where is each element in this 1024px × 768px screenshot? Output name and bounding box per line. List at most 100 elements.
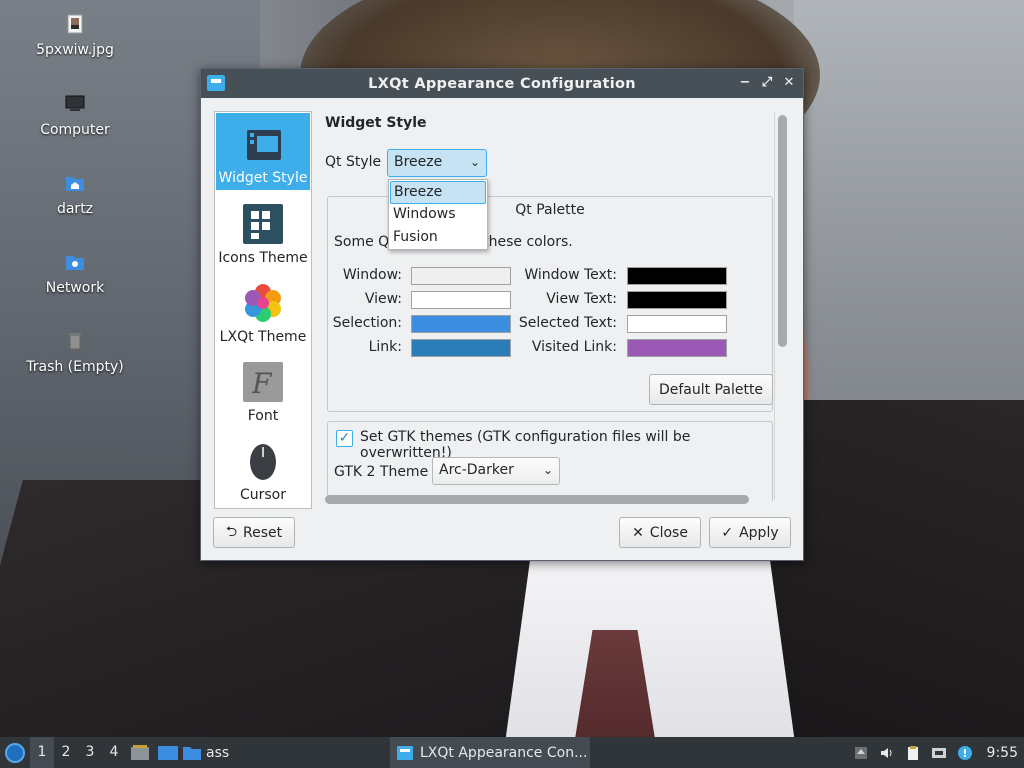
selected-text-color-swatch[interactable] <box>627 315 727 333</box>
qt-style-label: Qt Style <box>325 154 382 170</box>
widget-style-page: Widget Style Qt Style Breeze ⌄ Qt Palett… <box>325 111 775 509</box>
gtk2-theme-combobox[interactable]: Arc-Darker ⌄ <box>432 457 560 485</box>
view-color-swatch[interactable] <box>411 291 511 309</box>
desktop-icon-network[interactable]: Network <box>20 252 130 296</box>
sidebar-item-label: Icons Theme <box>218 250 308 266</box>
workspace-3[interactable]: 3 <box>78 737 102 768</box>
task-appearance-config[interactable]: LXQt Appearance Con... <box>390 737 590 768</box>
selection-color-swatch[interactable] <box>411 315 511 333</box>
section-heading: Widget Style <box>325 115 427 131</box>
sidebar-item-icons-theme[interactable]: Icons Theme <box>215 191 311 270</box>
window-text-color-swatch[interactable] <box>627 267 727 285</box>
qt-style-value: Breeze <box>394 154 443 170</box>
sidebar-item-label: LXQt Theme <box>219 329 307 345</box>
taskbar: 1 2 3 4 ass LXQt Appearance Con... 9:55 <box>0 737 1024 768</box>
undo-icon: ⮌ <box>225 523 238 540</box>
sidebar-item-label: Widget Style <box>218 170 308 186</box>
gtk2-theme-value: Arc-Darker <box>439 462 514 478</box>
desktop-icon-trash[interactable]: Trash (Empty) <box>20 331 130 375</box>
minimize-button[interactable]: − <box>737 74 753 92</box>
icons-theme-icon <box>243 204 283 244</box>
gtk-settings-group: ✓ Set GTK themes (GTK configuration file… <box>327 421 773 501</box>
network-folder-icon <box>66 256 84 270</box>
sidebar-item-lxqt-theme[interactable]: LXQt Theme <box>215 270 311 349</box>
folder-launcher[interactable]: ass <box>182 745 229 761</box>
sidebar-item-widget-style[interactable]: Widget Style <box>216 113 310 190</box>
chevron-down-icon: ⌄ <box>542 463 553 477</box>
vertical-scrollbar[interactable] <box>778 115 787 347</box>
app-window-icon <box>207 75 225 91</box>
workspace-4[interactable]: 4 <box>102 737 126 768</box>
sidebar-item-font[interactable]: F Font <box>215 349 311 428</box>
svg-text:F: F <box>251 367 273 400</box>
sidebar-item-label: Cursor <box>239 487 287 503</box>
system-tray: 9:55 <box>853 737 1024 768</box>
qt-style-option-breeze[interactable]: Breeze <box>390 181 486 204</box>
maximize-button[interactable]: ⤢ <box>759 74 775 92</box>
workspace-2[interactable]: 2 <box>54 737 78 768</box>
close-button-label: Close <box>649 524 688 541</box>
window-color-swatch[interactable] <box>411 267 511 285</box>
network-icon[interactable] <box>931 745 947 761</box>
widget-style-icon <box>247 130 281 160</box>
visited-link-color-label: Visited Link: <box>531 339 617 355</box>
link-color-label: Link: <box>368 339 402 355</box>
desktop-icon-computer[interactable]: Computer <box>20 94 130 138</box>
desktop-icon-home[interactable]: dartz <box>20 173 130 217</box>
visited-link-color-swatch[interactable] <box>627 339 727 357</box>
checkmark-icon: ✓ <box>721 524 734 541</box>
default-palette-button[interactable]: Default Palette <box>649 374 773 405</box>
eject-icon[interactable] <box>853 745 869 761</box>
task-label: LXQt Appearance Con... <box>420 744 588 761</box>
qt-style-dropdown: Breeze Windows Fusion <box>388 179 488 250</box>
font-icon: F <box>243 362 283 402</box>
lxqt-theme-icon <box>245 284 281 322</box>
trash-icon <box>69 333 81 350</box>
qt-style-option-windows[interactable]: Windows <box>390 204 486 227</box>
link-color-swatch[interactable] <box>411 339 511 357</box>
selection-color-label: Selection: <box>332 315 402 331</box>
folder-launcher-label: ass <box>206 744 230 761</box>
sidebar-item-label: Font <box>247 408 279 424</box>
view-text-color-label: View Text: <box>546 291 617 307</box>
notification-icon[interactable] <box>957 745 973 761</box>
qt-style-combobox[interactable]: Breeze ⌄ <box>387 149 487 177</box>
window-titlebar[interactable]: LXQt Appearance Configuration − ⤢ ✕ <box>201 69 803 98</box>
chevron-down-icon: ⌄ <box>469 155 480 169</box>
home-folder-icon <box>66 177 84 191</box>
clipboard-icon[interactable] <box>905 745 921 761</box>
view-text-color-swatch[interactable] <box>627 291 727 309</box>
show-desktop-icon[interactable] <box>157 744 179 762</box>
desktop-icon-label: 5pxwiw.jpg <box>36 42 114 58</box>
close-window-button[interactable]: ✕ <box>781 74 797 92</box>
app-window-icon <box>397 745 413 760</box>
workspace-1[interactable]: 1 <box>30 737 54 768</box>
desktop-icon-image-file[interactable]: 5pxwiw.jpg <box>20 14 130 58</box>
clock[interactable]: 9:55 <box>987 745 1018 761</box>
file-manager-launcher-icon[interactable] <box>129 744 151 762</box>
close-button[interactable]: ✕ Close <box>619 517 701 548</box>
window-title: LXQt Appearance Configuration <box>368 75 636 92</box>
view-color-label: View: <box>364 291 402 307</box>
cursor-icon <box>250 444 276 480</box>
set-gtk-themes-checkbox[interactable]: ✓ <box>336 430 353 447</box>
apply-button-label: Apply <box>739 524 779 541</box>
desktop-icon-label: Trash (Empty) <box>26 359 124 375</box>
reset-button[interactable]: ⮌ Reset <box>213 517 295 548</box>
computer-icon <box>65 95 85 111</box>
sidebar-item-cursor[interactable]: Cursor <box>215 428 311 507</box>
desktop-icon-label: dartz <box>56 201 94 217</box>
reset-button-label: Reset <box>243 524 283 541</box>
qt-style-option-fusion[interactable]: Fusion <box>390 227 486 250</box>
main-menu-button[interactable] <box>0 737 30 768</box>
selected-text-color-label: Selected Text: <box>518 315 617 331</box>
desktop-icon-label: Network <box>45 280 105 296</box>
volume-icon[interactable] <box>879 745 895 761</box>
window-text-color-label: Window Text: <box>524 267 617 283</box>
gtk2-theme-label: GTK 2 Theme <box>334 464 429 480</box>
palette-desc-start: Some Q <box>334 234 390 250</box>
horizontal-scrollbar[interactable] <box>325 495 749 504</box>
apply-button[interactable]: ✓ Apply <box>709 517 791 548</box>
folder-icon <box>183 746 201 760</box>
desktop-icon-label: Computer <box>40 122 110 138</box>
